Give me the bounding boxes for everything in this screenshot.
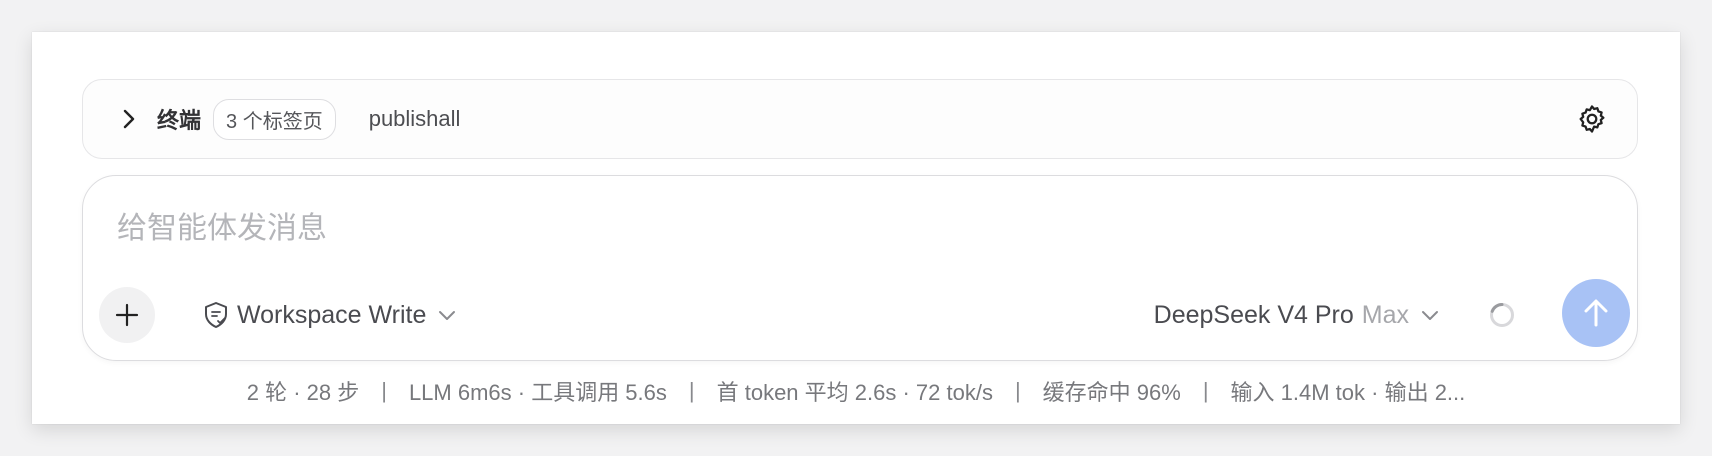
stat-separator: | — [688, 378, 695, 403]
stat-separator: | — [1202, 378, 1209, 403]
permission-mode-label: Workspace Write — [237, 300, 427, 329]
spinner-icon — [1488, 301, 1516, 329]
message-input[interactable] — [115, 206, 1419, 252]
chevron-down-icon — [1421, 309, 1439, 321]
terminal-panel-bar: 终端 3 个标签页 publishall — [82, 79, 1638, 159]
message-composer: Workspace Write DeepSeek V4 Pro Max — [82, 175, 1638, 361]
stat-separator: | — [1014, 378, 1021, 403]
shield-icon — [205, 302, 227, 328]
terminal-tab-publishall[interactable]: publishall — [369, 106, 461, 132]
add-button[interactable] — [99, 287, 155, 343]
chevron-down-icon — [438, 309, 456, 321]
stat-tokens: 输入 1.4M tok · 输出 2... — [1230, 380, 1466, 405]
model-select[interactable]: DeepSeek V4 Pro Max — [1154, 296, 1439, 334]
model-name: DeepSeek V4 Pro — [1153, 300, 1354, 329]
plus-icon — [115, 303, 139, 327]
arrow-up-icon — [1584, 299, 1608, 327]
stat-first-token: 首 token 平均 2.6s · 72 tok/s — [716, 380, 993, 405]
terminal-title: 终端 — [157, 108, 202, 133]
model-effort-level: Max — [1361, 300, 1409, 329]
app-window: 终端 3 个标签页 publishall Workspace Write — [32, 32, 1680, 424]
send-button[interactable] — [1562, 279, 1630, 347]
stat-turns: 2 轮 · 28 步 — [246, 380, 360, 405]
session-stats-bar: 2 轮 · 28 步 | LLM 6m6s · 工具调用 5.6s | 首 to… — [32, 375, 1680, 407]
stat-cache: 缓存命中 96% — [1042, 380, 1181, 405]
permission-mode-select[interactable]: Workspace Write — [203, 296, 456, 334]
stat-timing: LLM 6m6s · 工具调用 5.6s — [408, 380, 667, 405]
gear-icon[interactable] — [1575, 102, 1609, 136]
cut-off-toolbar-icons — [110, 32, 410, 38]
chevron-right-icon[interactable] — [115, 105, 143, 133]
tab-count-badge: 3 个标签页 — [213, 98, 336, 140]
stat-separator: | — [381, 378, 387, 403]
